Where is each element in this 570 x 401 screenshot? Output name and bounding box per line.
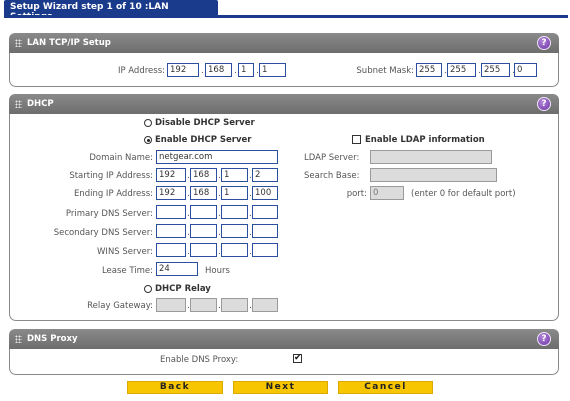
dhcp-relay-radio[interactable]	[144, 285, 152, 293]
help-icon[interactable]: ?	[537, 332, 551, 346]
sdns-octet-1[interactable]	[156, 224, 186, 238]
wins-server-label: WINS Server:	[97, 247, 153, 257]
ldap-server-label: LDAP Server:	[304, 153, 360, 163]
pdns-octet-1[interactable]	[156, 205, 186, 219]
ip-octet-2[interactable]	[205, 63, 232, 77]
start-ip-octet-1[interactable]	[156, 168, 186, 182]
pdns-octet-4[interactable]	[252, 205, 278, 219]
wizard-title: Setup Wizard step 1 of 10 :LAN Settings	[4, 0, 218, 22]
start-ip-octet-3[interactable]	[221, 168, 248, 182]
mask-octet-1[interactable]	[416, 63, 442, 77]
start-ip-octet-2[interactable]	[190, 168, 217, 182]
cancel-button[interactable]: Cancel	[338, 381, 433, 394]
pdns-octet-3[interactable]	[221, 205, 248, 219]
next-button[interactable]: Next	[233, 381, 328, 394]
back-button[interactable]: Back	[127, 381, 223, 394]
help-icon[interactable]: ?	[537, 36, 551, 50]
primary-dns-label: Primary DNS Server:	[65, 209, 153, 219]
relay-gw-octet-1[interactable]	[156, 298, 186, 312]
sdns-octet-3[interactable]	[221, 224, 248, 238]
search-base-input[interactable]	[370, 168, 497, 182]
start-ip-octet-4[interactable]	[252, 168, 278, 182]
help-icon[interactable]: ?	[537, 97, 551, 111]
sdns-octet-2[interactable]	[190, 224, 217, 238]
mask-octet-4[interactable]	[514, 63, 537, 77]
port-hint: (enter 0 for default port)	[411, 189, 516, 199]
starting-ip-label: Starting IP Address:	[69, 171, 153, 181]
search-base-label: Search Base:	[304, 171, 360, 181]
relay-gw-octet-4[interactable]	[252, 298, 278, 312]
lease-time-input[interactable]	[156, 262, 198, 276]
title-rule	[4, 15, 568, 18]
end-ip-octet-2[interactable]	[190, 186, 217, 200]
ip-octet-4[interactable]	[259, 63, 286, 77]
ip-address-label: IP Address:	[117, 66, 165, 76]
grip-icon	[15, 100, 22, 108]
enable-ldap-checkbox[interactable]	[352, 135, 361, 144]
end-ip-octet-4[interactable]	[252, 186, 278, 200]
lease-unit-label: Hours	[205, 266, 230, 276]
ending-ip-label: Ending IP Address:	[73, 189, 153, 199]
ip-octet-1[interactable]	[167, 63, 199, 77]
relay-gateway-label: Relay Gateway:	[87, 301, 153, 311]
ldap-server-input[interactable]	[370, 150, 492, 164]
relay-gw-octet-2[interactable]	[190, 298, 217, 312]
wins-octet-3[interactable]	[221, 243, 248, 257]
enable-ldap-label: Enable LDAP information	[365, 135, 485, 145]
port-input[interactable]	[370, 186, 404, 200]
wins-octet-1[interactable]	[156, 243, 186, 257]
enable-dhcp-radio[interactable]	[144, 136, 152, 144]
ip-octet-3[interactable]	[238, 63, 254, 77]
wins-octet-2[interactable]	[190, 243, 217, 257]
enable-dhcp-label: Enable DHCP Server	[155, 135, 252, 145]
dns-proxy-section-title: DNS Proxy	[27, 334, 78, 344]
secondary-dns-label: Secondary DNS Server:	[53, 228, 153, 238]
disable-dhcp-radio[interactable]	[144, 119, 152, 127]
end-ip-octet-1[interactable]	[156, 186, 186, 200]
sdns-octet-4[interactable]	[252, 224, 278, 238]
lan-section-header: LAN TCP/IP Setup ?	[9, 33, 559, 53]
port-label: port:	[346, 189, 367, 199]
disable-dhcp-label: Disable DHCP Server	[155, 118, 255, 128]
mask-octet-2[interactable]	[447, 63, 476, 77]
grip-icon	[15, 39, 22, 47]
domain-name-label: Domain Name:	[89, 153, 153, 163]
grip-icon	[15, 335, 22, 343]
relay-gw-octet-3[interactable]	[221, 298, 248, 312]
pdns-octet-2[interactable]	[190, 205, 217, 219]
dhcp-relay-label: DHCP Relay	[155, 284, 211, 294]
dhcp-section-header: DHCP ?	[9, 94, 559, 114]
lease-time-label: Lease Time:	[101, 266, 153, 276]
dns-proxy-section-body	[9, 349, 559, 375]
mask-octet-3[interactable]	[481, 63, 510, 77]
enable-dns-proxy-label: Enable DNS Proxy:	[160, 355, 239, 365]
dhcp-section-title: DHCP	[27, 99, 54, 109]
subnet-mask-label: Subnet Mask:	[356, 66, 414, 76]
lan-section-title: LAN TCP/IP Setup	[27, 38, 111, 48]
wins-octet-4[interactable]	[252, 243, 278, 257]
enable-dns-proxy-checkbox[interactable]: ✔	[293, 354, 302, 363]
end-ip-octet-3[interactable]	[221, 186, 248, 200]
dns-proxy-section-header: DNS Proxy ?	[9, 329, 559, 349]
domain-name-input[interactable]	[156, 150, 278, 164]
